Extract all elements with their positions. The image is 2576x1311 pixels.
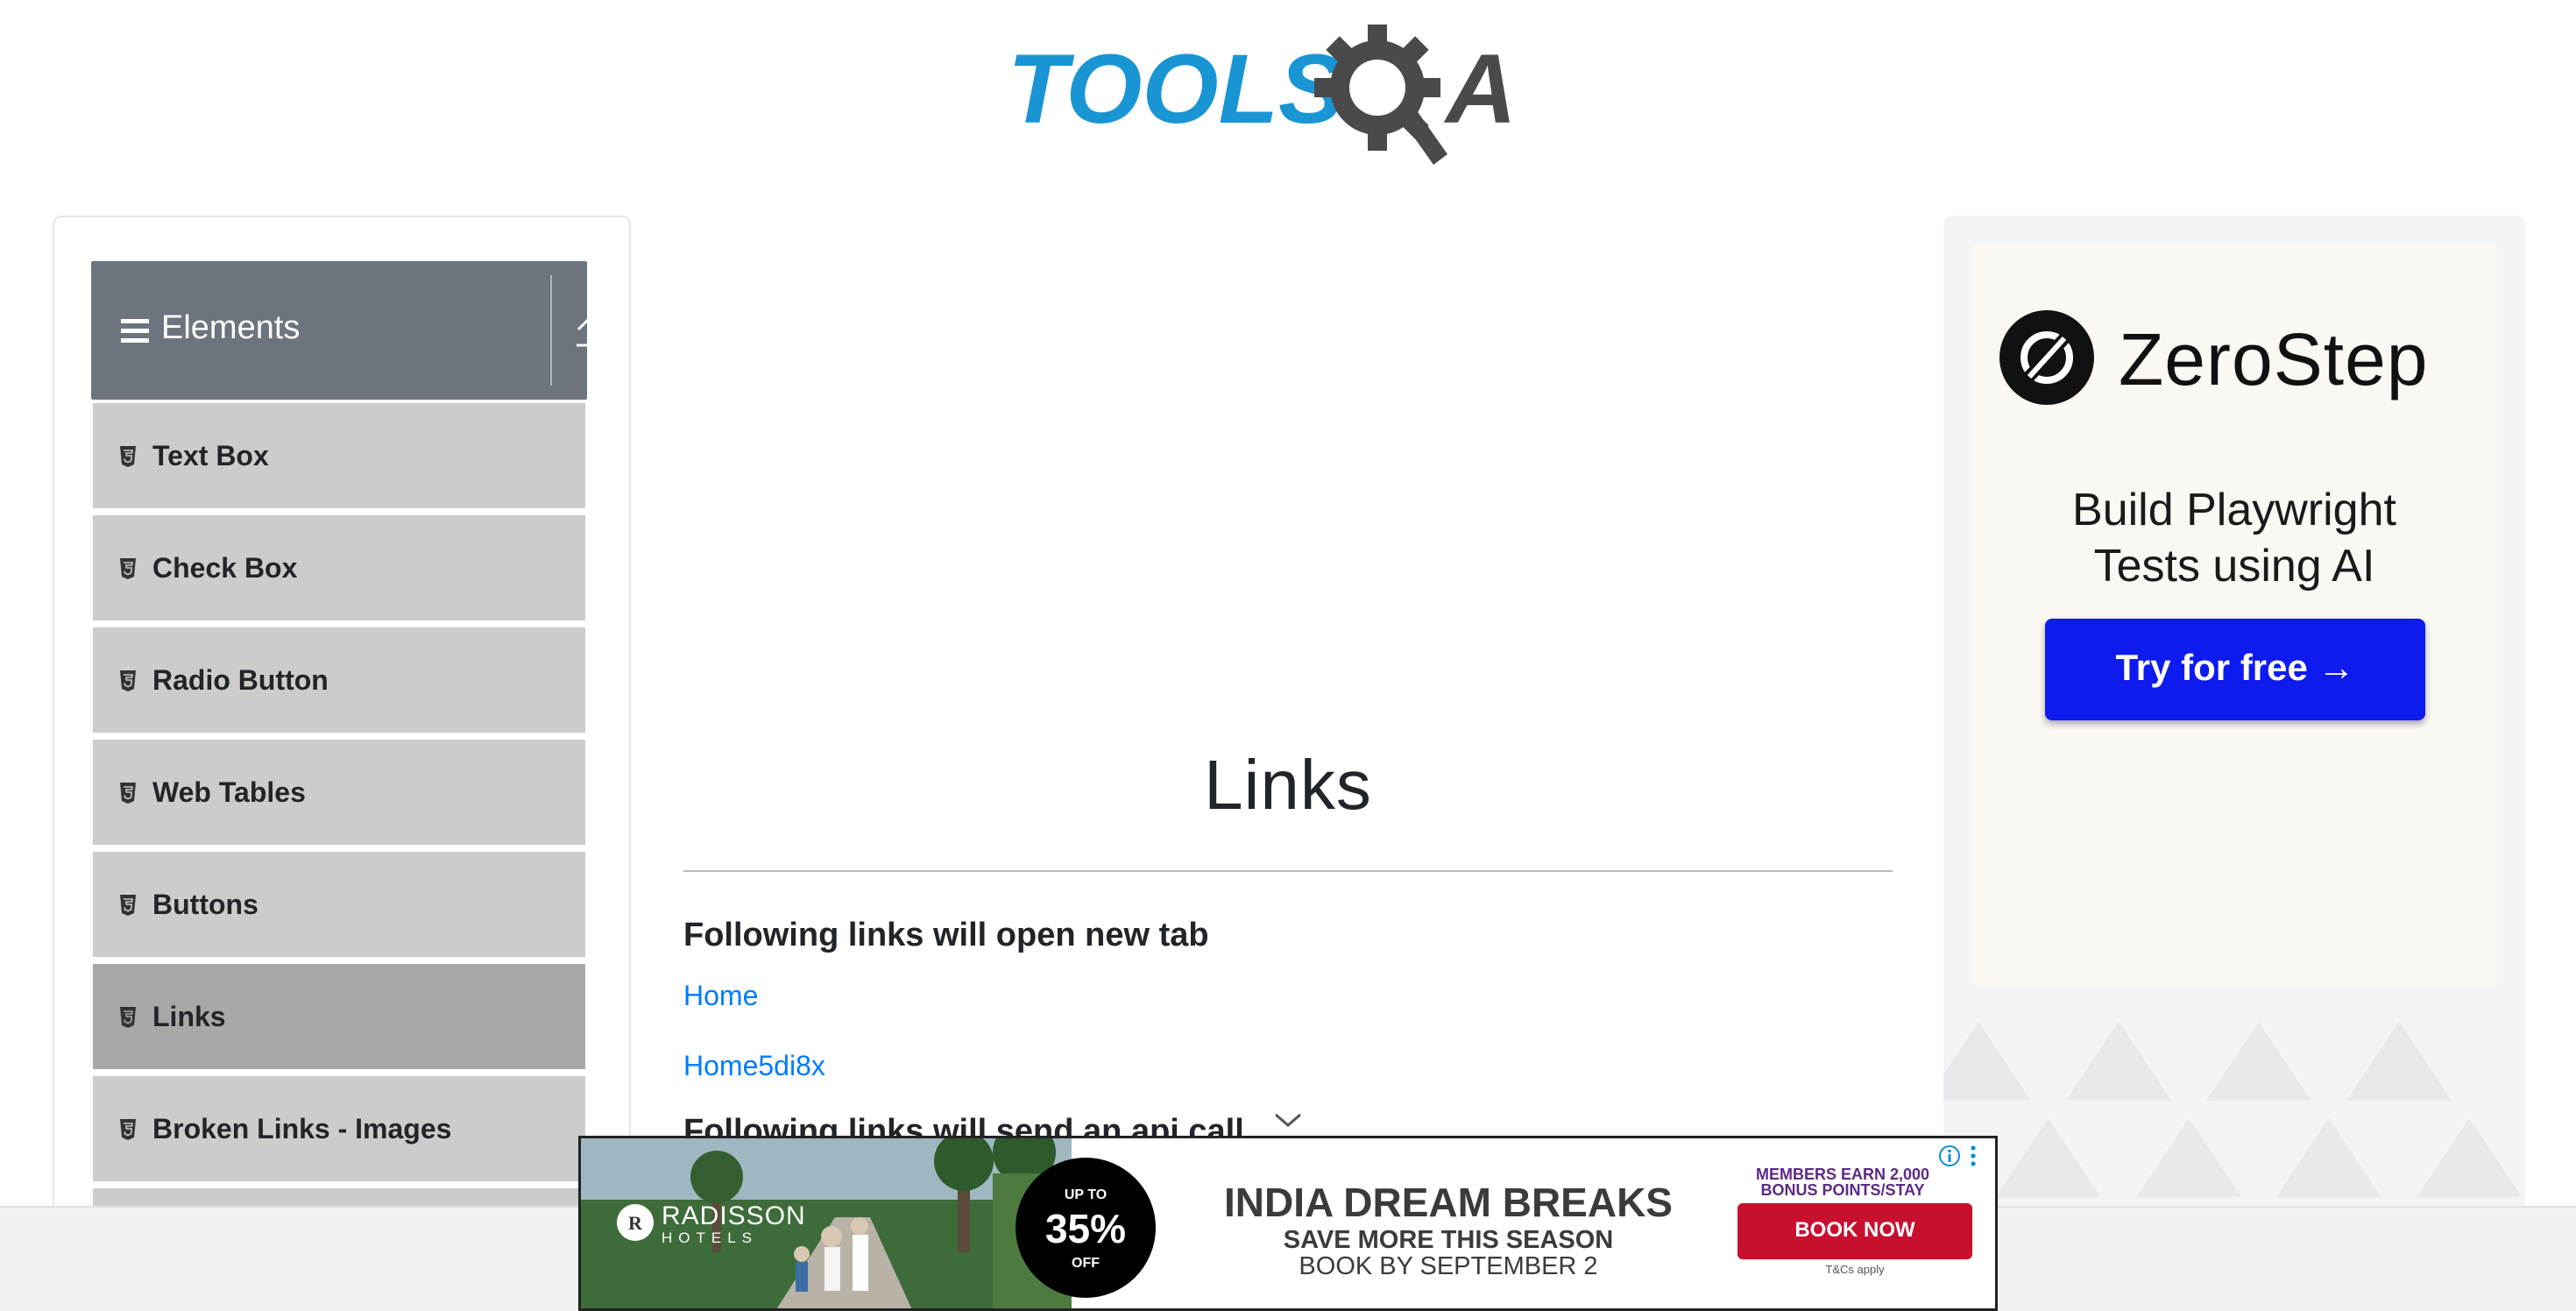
- sidebar-item-label: Links: [152, 1001, 226, 1032]
- zerostep-ad-card[interactable]: ZeroStep Build Playwright Tests using AI…: [1971, 244, 2497, 985]
- try-for-free-button[interactable]: Try for free →: [2045, 619, 2425, 720]
- banner-headline: INDIA DREAM BREAKS: [1224, 1180, 1673, 1225]
- gear-magnifier-icon: [1314, 25, 1447, 165]
- sidebar-item-label: Radio Button: [152, 664, 329, 696]
- title-divider: [683, 870, 1893, 872]
- left-sidebar: Elements Text Box Check Box Radio Button…: [53, 216, 631, 1311]
- sidebar-item-buttons[interactable]: Buttons: [91, 850, 587, 959]
- html5-icon: [120, 783, 136, 804]
- sidebar-item-radio-button[interactable]: Radio Button: [91, 626, 587, 734]
- group-title: Elements: [161, 309, 301, 346]
- hamburger-icon: [121, 319, 149, 344]
- home-link[interactable]: Home: [683, 980, 758, 1012]
- sidebar-item-links[interactable]: Links: [91, 962, 587, 1071]
- sidebar-item-label: Check Box: [152, 552, 298, 584]
- discount-badge: UP TO 35% OFF: [1016, 1158, 1156, 1298]
- radisson-logo-icon: R: [617, 1204, 654, 1241]
- dynamic-home-link[interactable]: Home5di8x: [683, 1050, 825, 1082]
- sidebar-item-label: Text Box: [152, 440, 269, 471]
- page-title: Links: [1204, 746, 1372, 824]
- section-heading-new-tab: Following links will open new tab: [683, 917, 1209, 953]
- sidebar-item-label: Buttons: [152, 889, 258, 920]
- logo-text-a: A: [1443, 34, 1517, 144]
- hotel-brand-sub: HOTELS: [662, 1230, 759, 1246]
- ad-tagline: Build Playwright Tests using AI: [2072, 485, 2396, 592]
- banner-date: BOOK BY SEPTEMBER 2: [1299, 1252, 1598, 1280]
- zerostep-logo-icon: [1999, 310, 2094, 405]
- terms-text: T&Cs apply: [1825, 1263, 1885, 1276]
- sidebar-item-web-tables[interactable]: Web Tables: [91, 738, 587, 847]
- book-now-button[interactable]: BOOK NOW: [1737, 1203, 1972, 1259]
- html5-icon: [120, 558, 136, 579]
- elements-group-header[interactable]: Elements: [91, 261, 601, 400]
- toolsqa-logo[interactable]: TOOLS A: [1008, 25, 1577, 165]
- ad-info-icon[interactable]: [1937, 1144, 1962, 1168]
- header-divider: [550, 275, 552, 386]
- resort-photo: [581, 1138, 1072, 1308]
- sidebar-item-label: Web Tables: [152, 776, 306, 808]
- members-offer: MEMBERS EARN 2,000 BONUS POINTS/STAY: [1755, 1166, 1930, 1199]
- html5-icon: [120, 446, 136, 467]
- sidebar-item-label: Broken Links - Images: [152, 1113, 452, 1144]
- banner-subline: SAVE MORE THIS SEASON: [1283, 1226, 1614, 1254]
- logo-text-tools: TOOLS: [1008, 34, 1344, 144]
- sidebar-item-check-box[interactable]: Check Box: [91, 514, 587, 622]
- right-advertisement[interactable]: ZeroStep Build Playwright Tests using AI…: [1943, 216, 2525, 1311]
- sidebar-item-broken-links[interactable]: Broken Links - Images: [91, 1074, 587, 1183]
- svg-text:R: R: [628, 1212, 643, 1234]
- html5-icon: [120, 670, 136, 691]
- html5-icon: [120, 895, 136, 916]
- hotel-brand: RADISSON: [662, 1201, 806, 1230]
- bottom-banner-ad[interactable]: R RADISSON HOTELS UP TO 35% OFF INDIA DR…: [578, 1136, 1998, 1311]
- sidebar-item-text-box[interactable]: Text Box: [91, 401, 587, 510]
- html5-icon: [120, 1119, 136, 1140]
- chevron-down-icon[interactable]: [1272, 1109, 1304, 1130]
- ad-brand-name: ZeroStep: [2119, 318, 2429, 400]
- ad-menu-icon[interactable]: [1969, 1144, 1978, 1168]
- collapse-arrow-icon[interactable]: [564, 312, 613, 351]
- html5-icon: [120, 1007, 136, 1028]
